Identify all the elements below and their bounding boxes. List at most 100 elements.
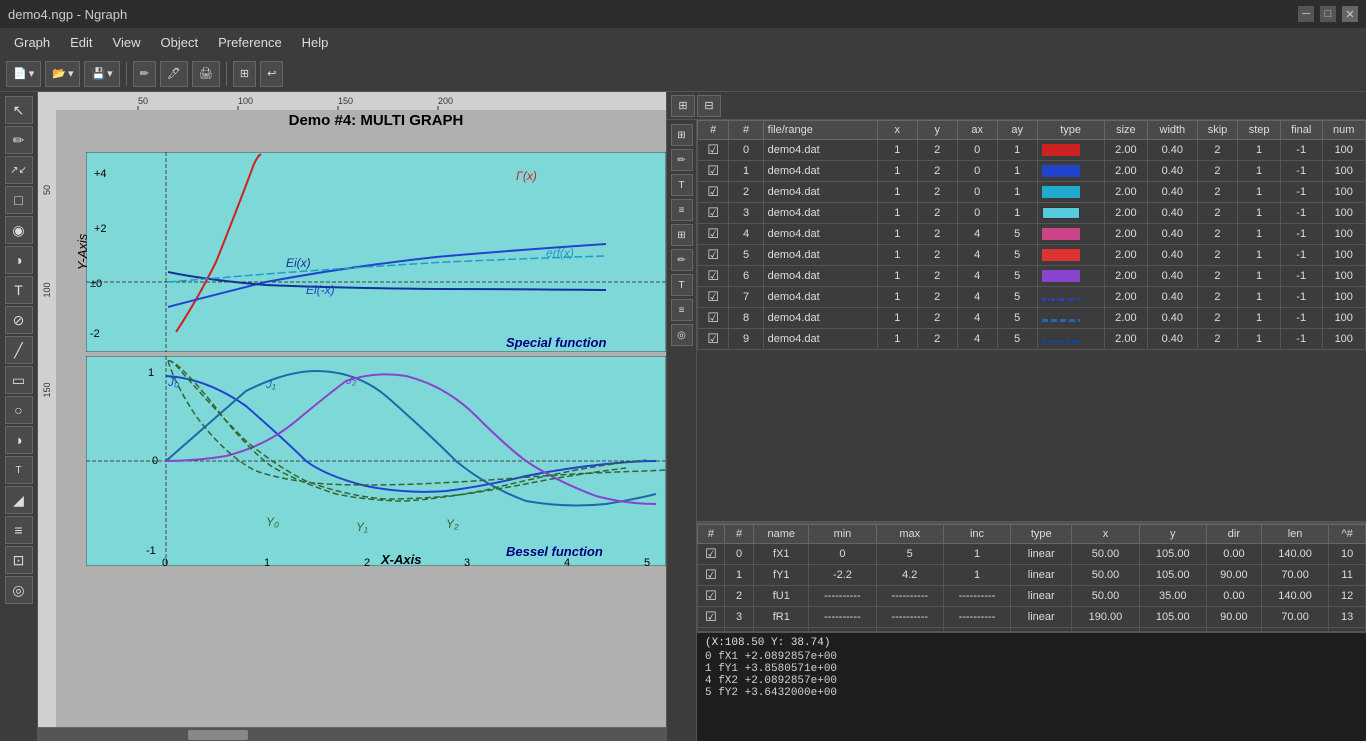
hscroll-thumb[interactable] (188, 730, 248, 740)
open-button[interactable]: 📂▾ (45, 61, 80, 87)
axis-row-check-0[interactable]: ☑ (698, 544, 725, 565)
axis-table-row[interactable]: ☑ 3 fR1 ---------- ---------- ----------… (698, 607, 1366, 628)
right-tool-grid[interactable]: ⊞ (671, 95, 695, 117)
edit-button[interactable]: ✏ (133, 61, 156, 87)
row-check-5[interactable]: ☑ (698, 245, 729, 266)
col-header-width: width (1148, 121, 1198, 140)
row-check-6[interactable]: ☑ (698, 266, 729, 287)
row-file-4: demo4.dat (763, 224, 877, 245)
table-row[interactable]: ☑ 4 demo4.dat 1 2 4 5 2.00 0.40 2 1 -1 1… (698, 224, 1366, 245)
table-row[interactable]: ☑ 7 demo4.dat 1 2 4 5 2.00 0.40 2 1 -1 1… (698, 287, 1366, 308)
grid-tool[interactable]: ⊡ (5, 546, 33, 574)
row-num-6: 6 (729, 266, 763, 287)
triangle-tool[interactable]: ◢ (5, 486, 33, 514)
svg-text:Special function: Special function (506, 335, 606, 350)
table-row[interactable]: ☑ 9 demo4.dat 1 2 4 5 2.00 0.40 2 1 -1 1… (698, 329, 1366, 350)
table-row[interactable]: ☑ 8 demo4.dat 1 2 4 5 2.00 0.40 2 1 -1 1… (698, 308, 1366, 329)
row-skip-1: 2 (1197, 161, 1238, 182)
circle-tool[interactable]: ◉ (5, 216, 33, 244)
axis-row-x-2: 50.00 (1072, 586, 1139, 607)
rs-target-btn[interactable]: ◎ (671, 324, 693, 346)
axis-table-row[interactable]: ☑ 2 fU1 ---------- ---------- ----------… (698, 586, 1366, 607)
svg-text:+4: +4 (94, 168, 107, 180)
arrow-tool[interactable]: ↗↙ (5, 156, 33, 184)
line-tool[interactable]: ╱ (5, 336, 33, 364)
menu-help[interactable]: Help (292, 31, 339, 54)
svg-text:0: 0 (152, 455, 158, 467)
minimize-button[interactable]: ─ (1298, 6, 1314, 22)
new-button[interactable]: 📄▾ (6, 61, 41, 87)
oval-tool[interactable]: ○ (5, 396, 33, 424)
rs-eraser-btn[interactable]: ✏ (671, 149, 693, 171)
row-check-7[interactable]: ☑ (698, 287, 729, 308)
target-tool[interactable]: ◎ (5, 576, 33, 604)
draw-tool[interactable]: ✏ (5, 126, 33, 154)
row-width-6: 0.40 (1148, 266, 1198, 287)
svg-text:2: 2 (364, 557, 370, 566)
select-tool[interactable]: ↖ (5, 96, 33, 124)
lines-tool[interactable]: ≡ (5, 516, 33, 544)
rs-grid-btn[interactable]: ⊞ (671, 124, 693, 146)
maximize-button[interactable]: □ (1320, 6, 1336, 22)
undo-button[interactable]: ↩ (260, 61, 283, 87)
row-check-3[interactable]: ☑ (698, 203, 729, 224)
table-row[interactable]: ☑ 0 demo4.dat 1 2 0 1 2.00 0.40 2 1 -1 1… (698, 140, 1366, 161)
table-row[interactable]: ☑ 2 demo4.dat 1 2 0 1 2.00 0.40 2 1 -1 1… (698, 182, 1366, 203)
print-button[interactable]: 🖨 (192, 61, 220, 87)
fill-tool[interactable]: ◑ (5, 426, 33, 454)
menu-edit[interactable]: Edit (60, 31, 102, 54)
row-check-8[interactable]: ☑ (698, 308, 729, 329)
axis-row-max-0: 5 (876, 544, 943, 565)
row-ax-6: 4 (957, 266, 997, 287)
label-tool[interactable]: T (5, 456, 33, 484)
row-width-2: 0.40 (1148, 182, 1198, 203)
row-color-9 (1037, 329, 1104, 350)
axis-row-num-0: 0 (724, 544, 753, 565)
axis-row-type-2: linear (1011, 586, 1072, 607)
rs-text2-btn[interactable]: T (671, 274, 693, 296)
calc-button[interactable]: ⊞ (233, 61, 256, 87)
rect-tool[interactable]: □ (5, 186, 33, 214)
horizontal-scrollbar[interactable] (38, 727, 666, 741)
top-table-area: # # file/range x y ax ay type size width (697, 120, 1366, 521)
row-final-5: -1 (1280, 245, 1322, 266)
row-ay-9: 5 (997, 329, 1037, 350)
axis-col-len: len (1261, 525, 1328, 544)
text-tool[interactable]: T (5, 276, 33, 304)
row-check-4[interactable]: ☑ (698, 224, 729, 245)
rs-grid2-btn[interactable]: ⊞ (671, 224, 693, 246)
half-circle-tool[interactable]: ◑ (5, 246, 33, 274)
rs-menu2-btn[interactable]: ≡ (671, 299, 693, 321)
menu-view[interactable]: View (103, 31, 151, 54)
table-row[interactable]: ☑ 3 demo4.dat 1 2 0 1 2.00 0.40 2 1 -1 1… (698, 203, 1366, 224)
table-row[interactable]: ☑ 5 demo4.dat 1 2 4 5 2.00 0.40 2 1 -1 1… (698, 245, 1366, 266)
axis-table-row[interactable]: ☑ 0 fX1 0 5 1 linear 50.00 105.00 0.00 1… (698, 544, 1366, 565)
menu-graph[interactable]: Graph (4, 31, 60, 54)
row-check-2[interactable]: ☑ (698, 182, 729, 203)
menu-object[interactable]: Object (151, 31, 209, 54)
row-check-1[interactable]: ☑ (698, 161, 729, 182)
row-check-9[interactable]: ☑ (698, 329, 729, 350)
axis-row-check-2[interactable]: ☑ (698, 586, 725, 607)
tables-area: # # file/range x y ax ay type size width (697, 120, 1366, 741)
rs-text-btn[interactable]: T (671, 174, 693, 196)
cross-tool[interactable]: ⊘ (5, 306, 33, 334)
close-button[interactable]: ✕ (1342, 6, 1358, 22)
save-button[interactable]: 💾▾ (84, 61, 119, 87)
menu-preference[interactable]: Preference (208, 31, 292, 54)
axis-row-check-1[interactable]: ☑ (698, 565, 725, 586)
rs-menu-btn[interactable]: ≡ (671, 199, 693, 221)
box-tool[interactable]: ▭ (5, 366, 33, 394)
right-tool-table[interactable]: ⊟ (697, 95, 721, 117)
axis-row-inc-2: ---------- (943, 586, 1010, 607)
axis-row-check-3[interactable]: ☑ (698, 607, 725, 628)
row-check-0[interactable]: ☑ (698, 140, 729, 161)
axis-table-row[interactable]: ☑ 1 fY1 -2.2 4.2 1 linear 50.00 105.00 9… (698, 565, 1366, 586)
table-row[interactable]: ☑ 1 demo4.dat 1 2 0 1 2.00 0.40 2 1 -1 1… (698, 161, 1366, 182)
row-size-2: 2.00 (1104, 182, 1147, 203)
pen-button[interactable]: 🖊 (160, 61, 188, 87)
pen-icon: 🖊 (167, 67, 181, 80)
row-x-1: 1 (877, 161, 917, 182)
table-row[interactable]: ☑ 6 demo4.dat 1 2 4 5 2.00 0.40 2 1 -1 1… (698, 266, 1366, 287)
rs-edit-btn[interactable]: ✏ (671, 249, 693, 271)
